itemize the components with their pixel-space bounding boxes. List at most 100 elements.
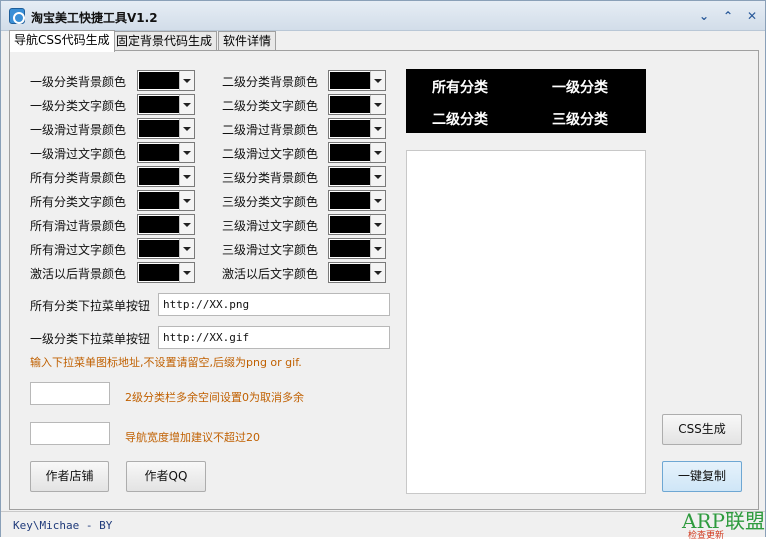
expand-window-button[interactable]: ⌃ bbox=[719, 7, 737, 25]
dropdown-arrow-icon[interactable] bbox=[370, 95, 385, 114]
dropdown-arrow-icon[interactable] bbox=[179, 263, 194, 282]
preview-level3-category: 三级分类 bbox=[552, 112, 608, 128]
color-label: 一级滑过文字颜色 bbox=[30, 147, 127, 161]
color-label: 二级滑过背景颜色 bbox=[222, 123, 319, 137]
color-select[interactable] bbox=[328, 70, 386, 91]
preview-all-category: 所有分类 bbox=[432, 80, 488, 96]
color-label: 一级分类背景颜色 bbox=[30, 75, 127, 89]
window-title: 淘宝美工快捷工具V1.2 bbox=[31, 11, 158, 25]
color-swatch bbox=[330, 168, 370, 185]
dropdown-arrow-icon[interactable] bbox=[179, 95, 194, 114]
spare-space-input[interactable] bbox=[30, 382, 110, 405]
tab-panel-nav-css: 一级分类背景颜色 一级分类文字颜色 一级滑过背景颜色 一级滑过文字颜色 所有分类… bbox=[9, 50, 759, 510]
title-bar[interactable]: 淘宝美工快捷工具V1.2 ⌄ ⌃ ✕ bbox=[1, 1, 765, 31]
color-swatch bbox=[139, 120, 179, 137]
color-swatch bbox=[330, 72, 370, 89]
color-select[interactable] bbox=[328, 190, 386, 211]
dropdown-icon-hint: 输入下拉菜单图标地址,不设置请留空,后缀为png or gif. bbox=[30, 356, 302, 369]
color-select[interactable] bbox=[137, 142, 195, 163]
color-label: 激活以后文字颜色 bbox=[222, 267, 319, 281]
dropdown-arrow-icon[interactable] bbox=[370, 239, 385, 258]
collapse-window-button[interactable]: ⌄ bbox=[695, 7, 713, 25]
color-swatch bbox=[139, 144, 179, 161]
dropdown-arrow-icon[interactable] bbox=[179, 167, 194, 186]
color-select[interactable] bbox=[328, 94, 386, 115]
tab-nav-css[interactable]: 导航CSS代码生成 bbox=[9, 30, 115, 52]
color-swatch bbox=[139, 240, 179, 257]
color-swatch bbox=[330, 192, 370, 209]
preview-level1-category: 一级分类 bbox=[552, 80, 608, 96]
tab-fixed-background[interactable]: 固定背景代码生成 bbox=[111, 31, 218, 51]
dropdown-arrow-icon[interactable] bbox=[370, 191, 385, 210]
color-swatch bbox=[139, 264, 179, 281]
level1-dropdown-url-input[interactable]: http://XX.gif bbox=[158, 326, 390, 349]
spare-space-hint: 2级分类栏多余空间设置0为取消多余 bbox=[125, 391, 304, 404]
dropdown-arrow-icon[interactable] bbox=[179, 71, 194, 90]
color-label: 所有滑过文字颜色 bbox=[30, 243, 127, 257]
all-dropdown-url-input[interactable]: http://XX.png bbox=[158, 293, 390, 316]
color-select[interactable] bbox=[137, 238, 195, 259]
watermark-logo: ARP联盟 检查更新 bbox=[680, 505, 765, 539]
color-swatch bbox=[139, 96, 179, 113]
dropdown-arrow-icon[interactable] bbox=[370, 215, 385, 234]
color-select[interactable] bbox=[328, 166, 386, 187]
author-qq-button[interactable]: 作者QQ bbox=[126, 461, 206, 492]
color-swatch bbox=[330, 120, 370, 137]
color-label: 二级分类文字颜色 bbox=[222, 99, 319, 113]
dropdown-arrow-icon[interactable] bbox=[370, 143, 385, 162]
color-swatch bbox=[330, 264, 370, 281]
dropdown-arrow-icon[interactable] bbox=[179, 239, 194, 258]
color-label: 三级分类背景颜色 bbox=[222, 171, 319, 185]
nav-width-hint: 导航宽度增加建议不超过20 bbox=[125, 431, 260, 444]
nav-width-input[interactable] bbox=[30, 422, 110, 445]
color-select[interactable] bbox=[137, 190, 195, 211]
dropdown-arrow-icon[interactable] bbox=[179, 215, 194, 234]
dropdown-arrow-icon[interactable] bbox=[370, 167, 385, 186]
copy-all-button[interactable]: 一键复制 bbox=[662, 461, 742, 492]
color-label: 三级分类文字颜色 bbox=[222, 195, 319, 209]
color-swatch bbox=[139, 72, 179, 89]
color-select[interactable] bbox=[328, 118, 386, 139]
color-select[interactable] bbox=[137, 166, 195, 187]
color-label: 三级滑过文字颜色 bbox=[222, 243, 319, 257]
color-select[interactable] bbox=[137, 70, 195, 91]
css-generate-button[interactable]: CSS生成 bbox=[662, 414, 742, 445]
color-select[interactable] bbox=[137, 94, 195, 115]
dropdown-arrow-icon[interactable] bbox=[179, 143, 194, 162]
dropdown-arrow-icon[interactable] bbox=[370, 71, 385, 90]
dropdown-arrow-icon[interactable] bbox=[370, 263, 385, 282]
color-select[interactable] bbox=[137, 214, 195, 235]
check-update-link[interactable]: 检查更新 bbox=[688, 528, 724, 539]
preview-level2-category: 二级分类 bbox=[432, 112, 488, 128]
color-swatch bbox=[139, 216, 179, 233]
color-label: 三级滑过文字颜色 bbox=[222, 219, 319, 233]
dropdown-arrow-icon[interactable] bbox=[179, 191, 194, 210]
color-label: 二级滑过文字颜色 bbox=[222, 147, 319, 161]
css-output-area[interactable] bbox=[406, 150, 646, 494]
author-shop-button[interactable]: 作者店铺 bbox=[30, 461, 109, 492]
dropdown-arrow-icon[interactable] bbox=[370, 119, 385, 138]
color-swatch bbox=[330, 144, 370, 161]
color-swatch bbox=[139, 192, 179, 209]
tab-software-details[interactable]: 软件详情 bbox=[218, 31, 277, 51]
color-label: 一级滑过背景颜色 bbox=[30, 123, 127, 137]
dropdown-arrow-icon[interactable] bbox=[179, 119, 194, 138]
color-swatch bbox=[330, 216, 370, 233]
close-window-button[interactable]: ✕ bbox=[743, 7, 761, 25]
nav-preview: 所有分类 一级分类 二级分类 三级分类 bbox=[406, 69, 646, 133]
color-label: 一级分类文字颜色 bbox=[30, 99, 127, 113]
all-dropdown-label: 所有分类下拉菜单按钮 bbox=[30, 299, 151, 313]
color-select[interactable] bbox=[328, 214, 386, 235]
color-label: 所有滑过背景颜色 bbox=[30, 219, 127, 233]
color-select[interactable] bbox=[328, 238, 386, 259]
color-swatch bbox=[330, 240, 370, 257]
app-logo-icon bbox=[9, 8, 25, 24]
color-label: 所有分类文字颜色 bbox=[30, 195, 127, 209]
color-label: 所有分类背景颜色 bbox=[30, 171, 127, 185]
color-select[interactable] bbox=[328, 262, 386, 283]
color-select[interactable] bbox=[137, 118, 195, 139]
color-select[interactable] bbox=[137, 262, 195, 283]
color-swatch bbox=[139, 168, 179, 185]
color-select[interactable] bbox=[328, 142, 386, 163]
status-bar: Key\Michae - BY bbox=[1, 511, 765, 537]
